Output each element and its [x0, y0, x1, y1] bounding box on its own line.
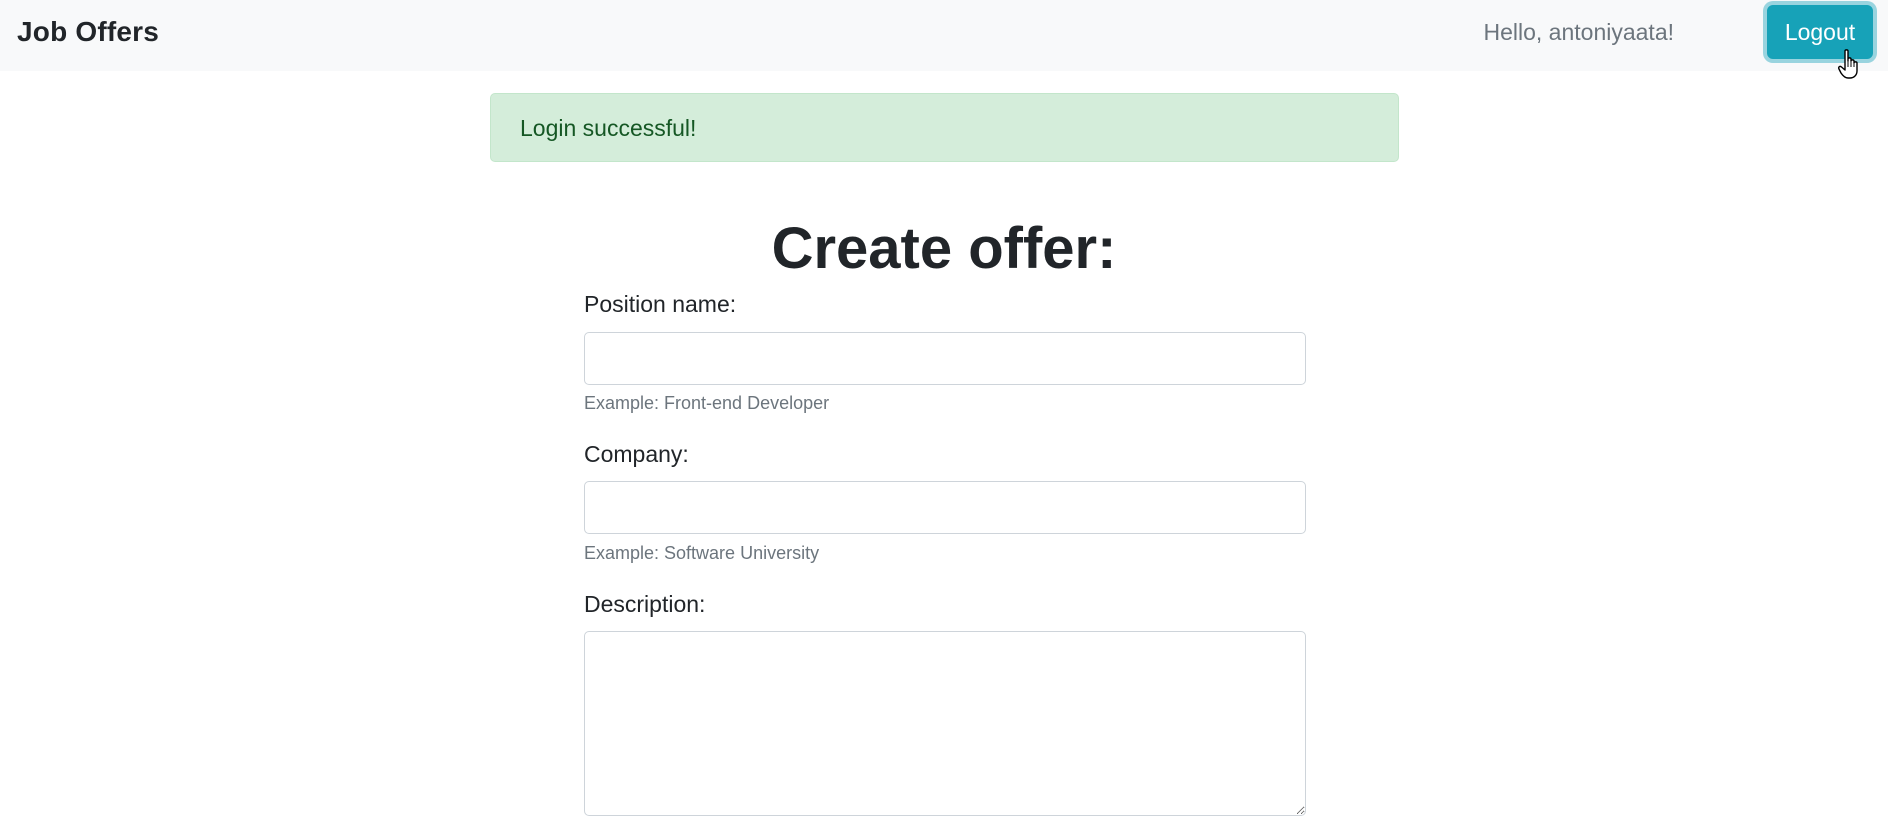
- user-greeting: Hello, antoniyaata!: [1483, 19, 1674, 45]
- company-label: Company:: [584, 441, 689, 467]
- description-textarea[interactable]: [584, 631, 1306, 816]
- brand-logo[interactable]: Job Offers: [17, 16, 159, 48]
- login-success-alert: Login successful!: [490, 93, 1399, 162]
- position-name-help: Example: Front-end Developer: [584, 393, 830, 413]
- position-name-input[interactable]: [584, 332, 1306, 385]
- description-label: Description:: [584, 591, 706, 617]
- company-input[interactable]: [584, 481, 1306, 534]
- alert-message: Login successful!: [520, 115, 697, 141]
- hand-pointer-icon: [1838, 49, 1858, 79]
- company-help: Example: Software University: [584, 543, 820, 563]
- page-title: Create offer:: [771, 216, 1117, 281]
- position-name-label: Position name:: [584, 291, 737, 317]
- navbar: Job Offers Hello, antoniyaata! Logout: [0, 0, 1888, 71]
